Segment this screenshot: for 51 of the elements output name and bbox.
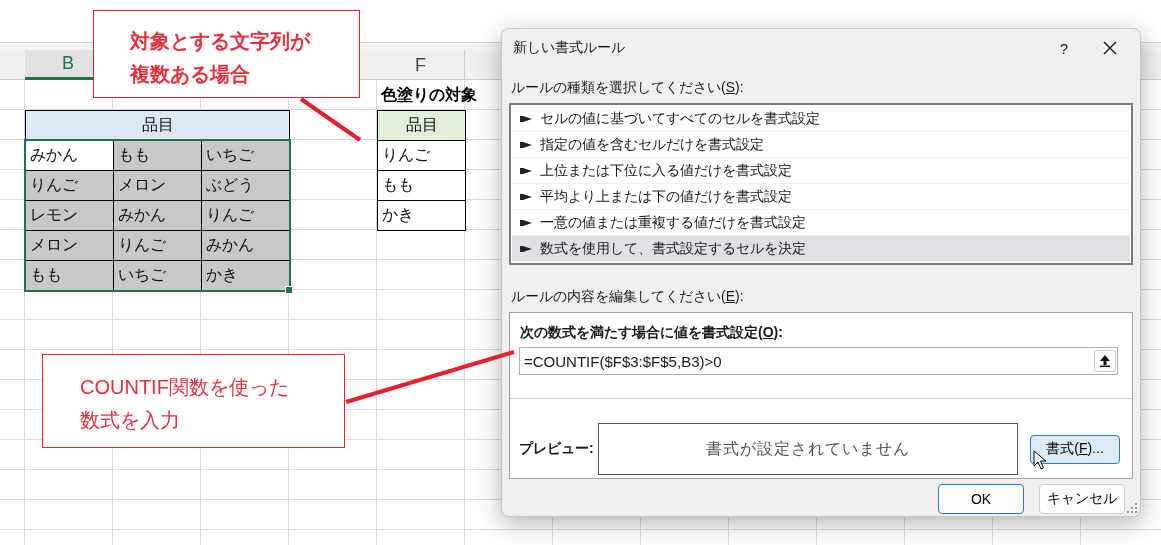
table-cell: みかん: [113, 200, 202, 231]
table-cell: りんご: [201, 200, 290, 231]
arrow-icon: [520, 218, 532, 227]
table-cell: いちご: [113, 260, 202, 291]
callout-text: COUNTIF関数を使った: [80, 375, 289, 400]
table-cell: もも: [377, 170, 466, 201]
cell-text: 色塗りの対象: [380, 84, 477, 105]
item-text: 一意の値または重複する値だけを書式設定: [540, 213, 806, 232]
resize-grip-icon[interactable]: [1127, 503, 1137, 513]
section-label: ルールの内容を編集してください(E):: [511, 288, 745, 306]
item-text: 指定の値を含むセルだけを書式設定: [540, 135, 764, 154]
formula-field[interactable]: =COUNTIF($F$3:$F$5,B3)>0: [519, 347, 1118, 375]
list-item[interactable]: 指定の値を含むセルだけを書式設定: [512, 132, 1130, 158]
table-header: 品目: [377, 110, 466, 141]
table-cell: かき: [377, 200, 466, 231]
table-cell: りんご: [377, 140, 466, 171]
arrow-icon: [520, 166, 532, 175]
field-label: プレビュー:: [519, 440, 595, 458]
section-label: ルールの種類を選択してください(S):: [511, 79, 745, 97]
callout-text: 複数ある場合: [130, 62, 250, 87]
item-text: 平均より上または下の値だけを書式設定: [540, 187, 792, 206]
ok-button[interactable]: OK: [938, 484, 1024, 514]
item-text: セルの値に基づいてすべてのセルを書式設定: [540, 109, 820, 128]
item-text: 数式を使用して、書式設定するセルを決定: [540, 239, 806, 258]
callout-text: 対象とする文字列が: [130, 29, 310, 54]
column-header[interactable]: F: [377, 50, 465, 80]
arrow-icon: [520, 114, 532, 123]
list-item[interactable]: 上位または下位に入る値だけを書式設定: [512, 158, 1130, 184]
table-header: 品目: [25, 110, 290, 141]
list-item[interactable]: 数式を使用して、書式設定するセルを決定: [512, 236, 1130, 262]
column-header[interactable]: B: [25, 50, 93, 80]
cursor-icon: [1033, 449, 1047, 470]
help-button[interactable]: ?: [1042, 39, 1086, 57]
preview-box: 書式が設定されていません: [598, 423, 1018, 475]
table-cell: メロン: [113, 170, 202, 201]
dialog-title: 新しい書式ルール: [513, 39, 626, 57]
table-cell: ぶどう: [201, 170, 290, 201]
callout-text: 数式を入力: [80, 408, 180, 433]
table-cell: りんご: [113, 230, 202, 261]
cancel-button[interactable]: キャンセル: [1039, 484, 1125, 514]
table-cell: かき: [201, 260, 290, 291]
collapse-icon[interactable]: [1100, 355, 1110, 367]
list-item[interactable]: セルの値に基づいてすべてのセルを書式設定: [512, 106, 1130, 132]
arrow-icon: [520, 192, 532, 201]
field-label: 次の数式を満たす場合に値を書式設定(O):: [520, 324, 784, 342]
arrow-icon: [520, 244, 532, 253]
arrow-icon: [520, 140, 532, 149]
list-item[interactable]: 平均より上または下の値だけを書式設定: [512, 184, 1130, 210]
item-text: 上位または下位に入る値だけを書式設定: [540, 161, 792, 180]
close-icon[interactable]: [1102, 40, 1118, 56]
table-cell: みかん: [201, 230, 290, 261]
